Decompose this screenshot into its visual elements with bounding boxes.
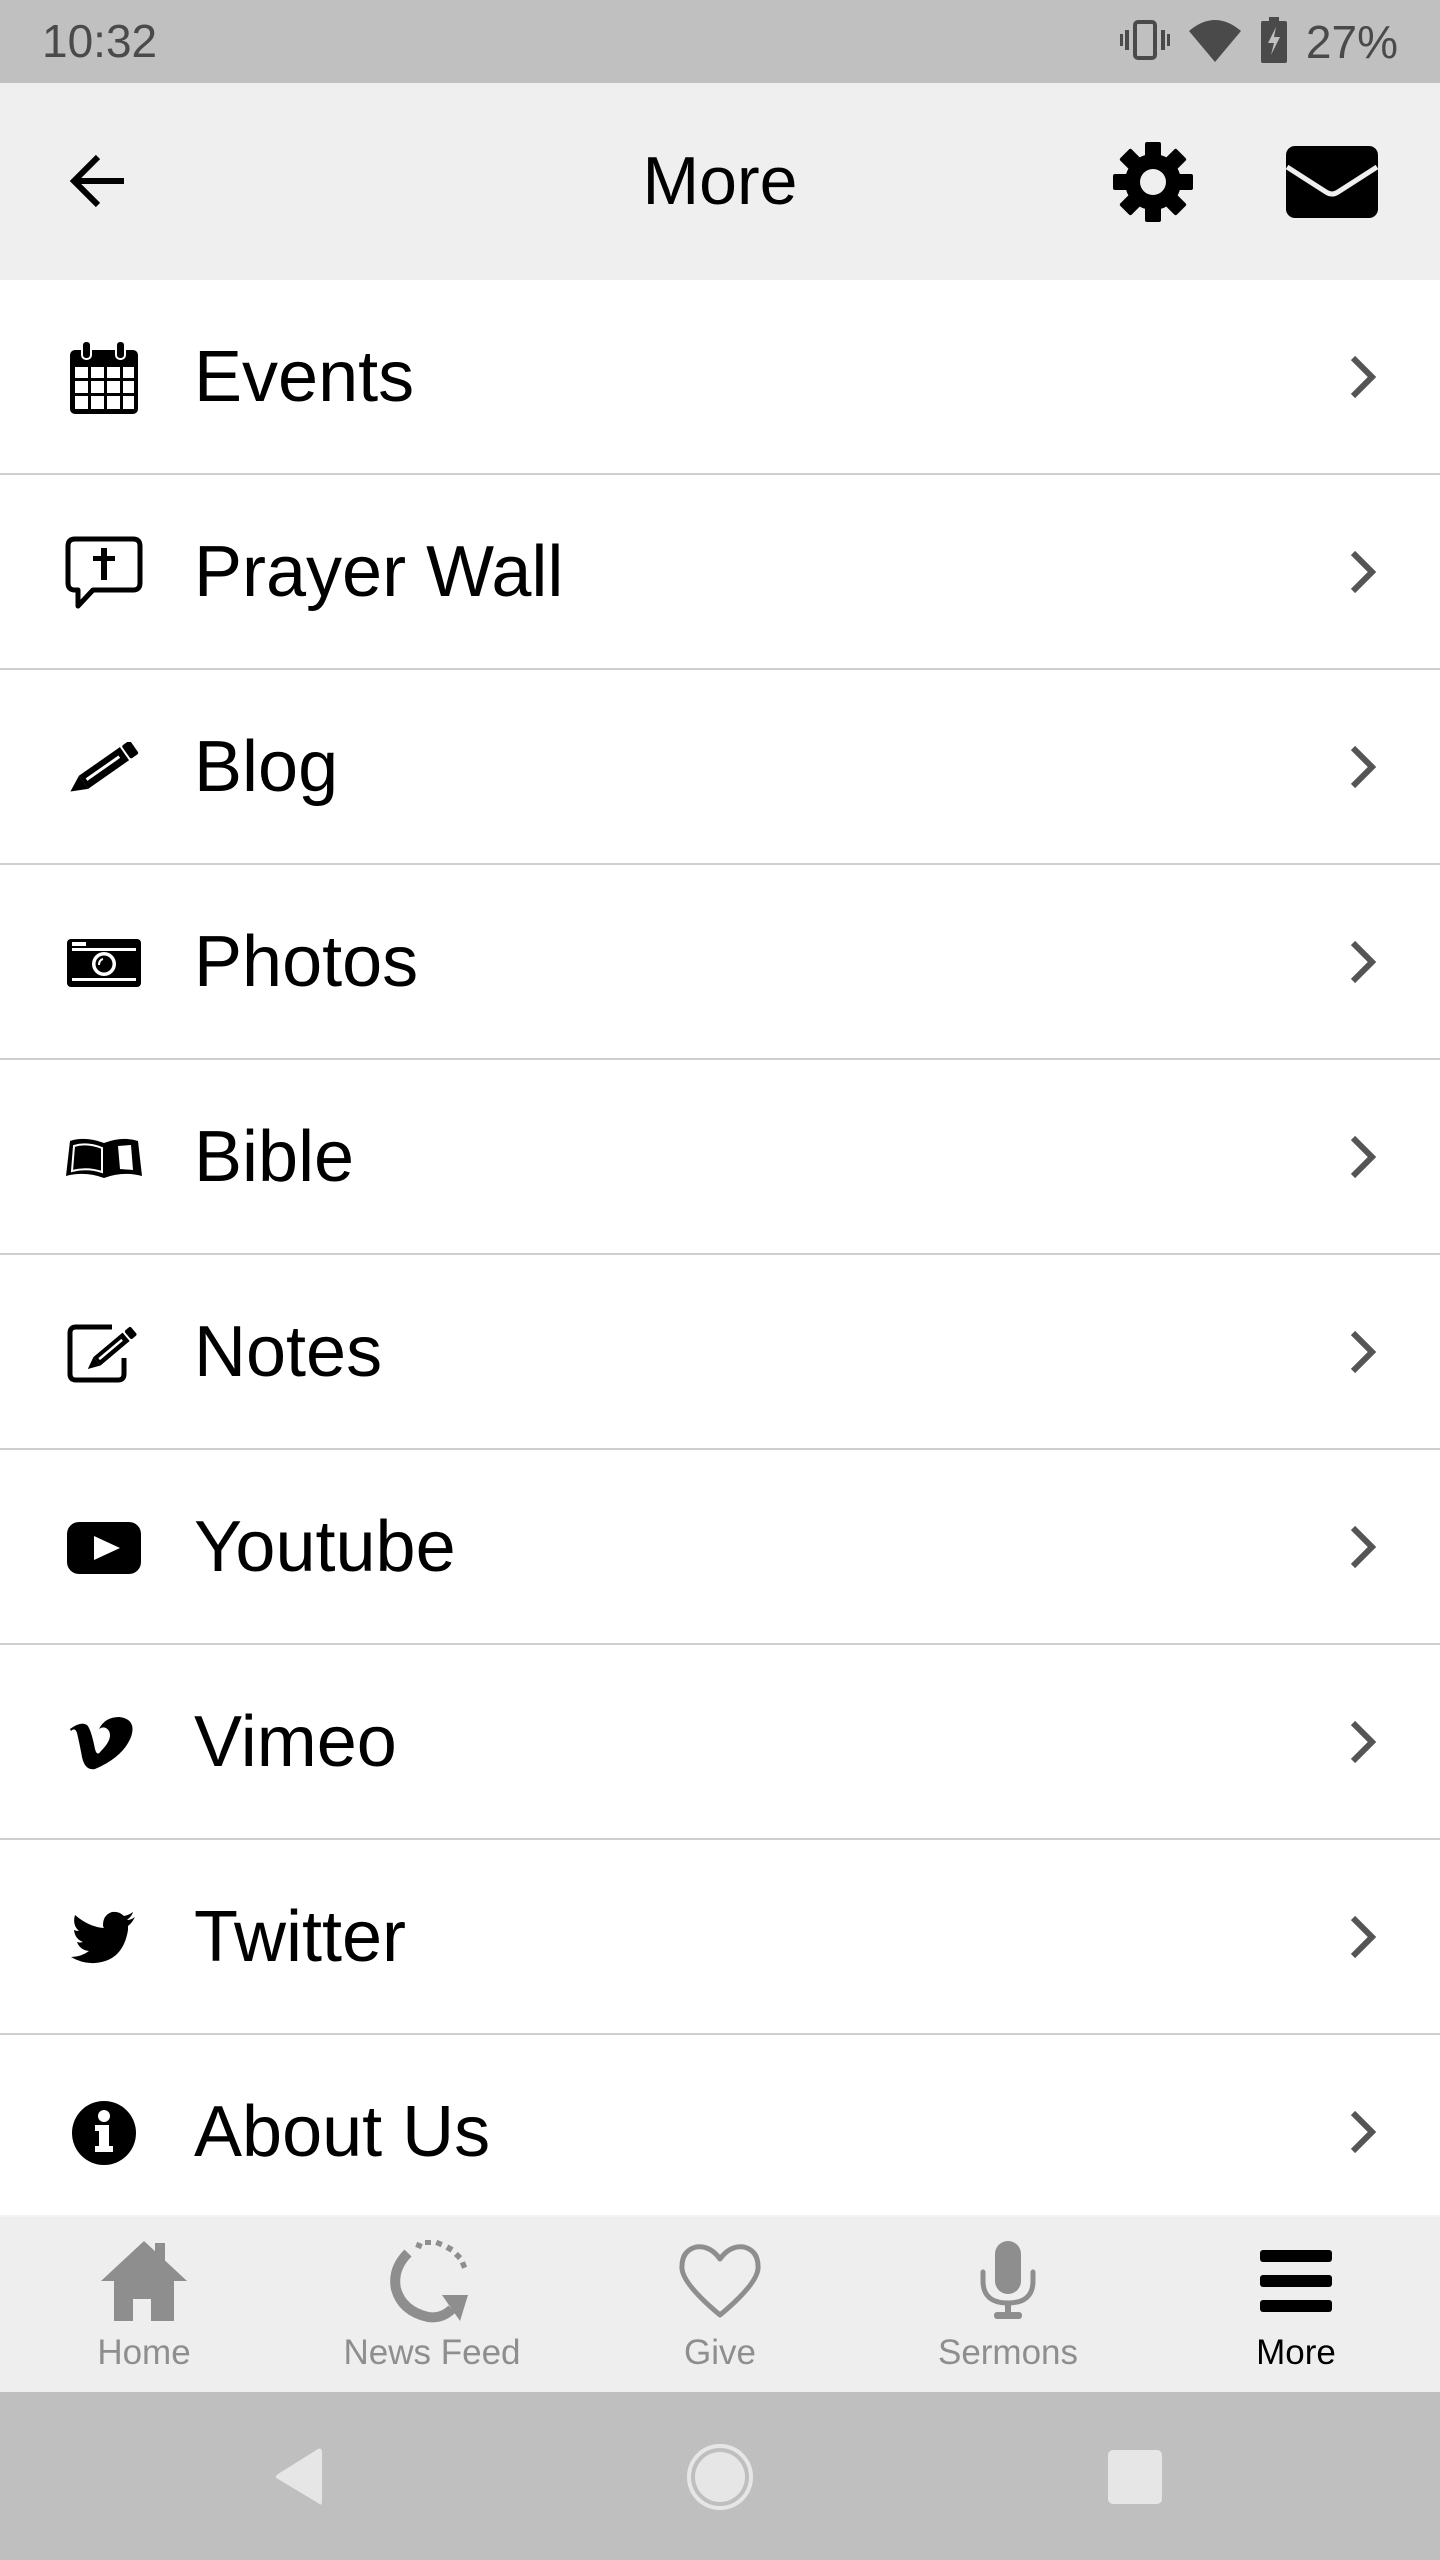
system-recents-button[interactable] bbox=[1090, 2432, 1180, 2522]
menu-item-label: Twitter bbox=[194, 1897, 407, 1977]
menu-item-label: Vimeo bbox=[194, 1702, 397, 1782]
chevron-right-icon bbox=[1340, 732, 1386, 802]
info-icon bbox=[62, 2093, 146, 2173]
menu-item-label: Prayer Wall bbox=[194, 532, 564, 612]
menu-item-events[interactable]: Events bbox=[0, 280, 1440, 475]
chevron-right-icon bbox=[1340, 342, 1386, 412]
chevron-right-icon bbox=[1340, 1707, 1386, 1777]
menu-item-twitter[interactable]: Twitter bbox=[0, 1840, 1440, 2035]
tab-news-feed[interactable]: News Feed bbox=[288, 2217, 576, 2394]
tab-label: More bbox=[1256, 2333, 1336, 2372]
menu-item-youtube[interactable]: Youtube bbox=[0, 1450, 1440, 1645]
youtube-icon bbox=[62, 1508, 146, 1588]
refresh-icon bbox=[387, 2239, 477, 2323]
menu-item-label: Bible bbox=[194, 1117, 355, 1197]
tab-home[interactable]: Home bbox=[0, 2217, 288, 2394]
system-nav-bar bbox=[0, 2392, 1440, 2560]
status-icons: 27% bbox=[1119, 14, 1398, 70]
menu-item-photos[interactable]: Photos bbox=[0, 865, 1440, 1060]
chevron-right-icon bbox=[1340, 1902, 1386, 1972]
chevron-right-icon bbox=[1340, 537, 1386, 607]
vimeo-icon bbox=[62, 1703, 146, 1783]
chevron-right-icon bbox=[1340, 1122, 1386, 1192]
vibrate-icon bbox=[1119, 19, 1170, 66]
gear-icon bbox=[1113, 142, 1193, 222]
hamburger-icon bbox=[1251, 2239, 1341, 2323]
menu-item-label: Photos bbox=[194, 922, 419, 1002]
menu-item-label: Notes bbox=[194, 1312, 383, 1392]
circle-home-icon bbox=[687, 2444, 753, 2510]
microphone-icon bbox=[963, 2239, 1053, 2323]
pencil-icon bbox=[62, 728, 146, 808]
camera-icon bbox=[62, 923, 146, 1003]
menu-item-blog[interactable]: Blog bbox=[0, 670, 1440, 865]
twitter-icon bbox=[62, 1898, 146, 1978]
app-bar: More bbox=[0, 83, 1440, 280]
menu-item-label: Blog bbox=[194, 727, 339, 807]
square-recents-icon bbox=[1108, 2450, 1162, 2504]
system-back-button[interactable] bbox=[255, 2432, 345, 2522]
menu-item-label: About Us bbox=[194, 2092, 491, 2172]
menu-item-prayer-wall[interactable]: Prayer Wall bbox=[0, 475, 1440, 670]
tab-label: Home bbox=[97, 2333, 191, 2372]
status-bar: 10:32 27% bbox=[0, 0, 1440, 83]
system-home-button[interactable] bbox=[675, 2432, 765, 2522]
prayer-bubble-icon bbox=[62, 533, 146, 613]
menu-item-notes[interactable]: Notes bbox=[0, 1255, 1440, 1450]
tab-label: Give bbox=[684, 2333, 756, 2372]
settings-button[interactable] bbox=[1106, 135, 1200, 229]
heart-icon bbox=[675, 2239, 765, 2323]
tab-give[interactable]: Give bbox=[576, 2217, 864, 2394]
menu-item-about-us[interactable]: About Us bbox=[0, 2035, 1440, 2215]
calendar-icon bbox=[62, 338, 146, 418]
envelope-icon bbox=[1285, 146, 1379, 218]
chevron-right-icon bbox=[1340, 927, 1386, 997]
battery-percent: 27% bbox=[1305, 16, 1398, 68]
tab-more[interactable]: More bbox=[1152, 2217, 1440, 2394]
menu-item-label: Youtube bbox=[194, 1507, 456, 1587]
bottom-tab-bar: Home News Feed Give Sermons More bbox=[0, 2215, 1440, 2394]
menu-item-vimeo[interactable]: Vimeo bbox=[0, 1645, 1440, 1840]
menu-item-label: Events bbox=[194, 337, 415, 417]
menu-list: Events Prayer Wall Blog Photos Bible Not… bbox=[0, 280, 1440, 2215]
edit-note-icon bbox=[62, 1313, 146, 1393]
mail-button[interactable] bbox=[1280, 135, 1384, 229]
tab-label: News Feed bbox=[343, 2333, 521, 2372]
chevron-right-icon bbox=[1340, 2097, 1386, 2167]
page-title: More bbox=[642, 143, 798, 219]
chevron-right-icon bbox=[1340, 1512, 1386, 1582]
triangle-back-icon bbox=[276, 2448, 322, 2505]
tab-sermons[interactable]: Sermons bbox=[864, 2217, 1152, 2394]
menu-item-bible[interactable]: Bible bbox=[0, 1060, 1440, 1255]
home-icon bbox=[99, 2239, 189, 2323]
tab-label: Sermons bbox=[937, 2333, 1079, 2372]
chevron-right-icon bbox=[1340, 1317, 1386, 1387]
battery-charging-icon bbox=[1260, 16, 1288, 68]
wifi-icon bbox=[1188, 17, 1242, 68]
book-icon bbox=[62, 1118, 146, 1198]
status-time: 10:32 bbox=[42, 15, 158, 67]
